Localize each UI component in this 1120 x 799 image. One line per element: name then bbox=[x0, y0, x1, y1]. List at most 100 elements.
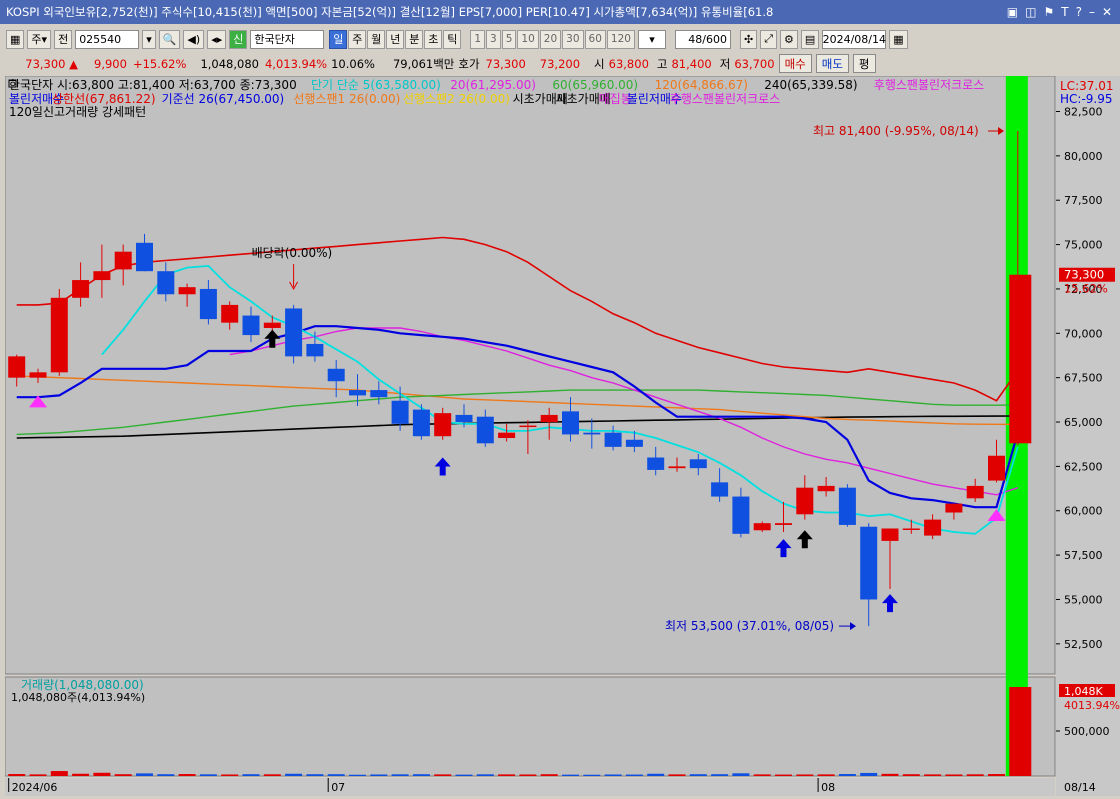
interval-tab-4[interactable]: 20 bbox=[539, 29, 562, 49]
candle-body bbox=[434, 413, 452, 437]
candle-body bbox=[327, 368, 345, 382]
calendar-icon[interactable]: ▦ bbox=[889, 29, 908, 49]
speaker-icon[interactable]: ◀) bbox=[183, 29, 205, 49]
period-tab-1[interactable]: 주 bbox=[348, 29, 367, 49]
legend-line2-1: 상한선(67,861.22) bbox=[52, 92, 156, 106]
price-chart-svg[interactable]: 52,500 55,000 57,500 60,000 62,500 65,000 67,5… bbox=[4, 75, 1120, 796]
candle-body bbox=[796, 487, 814, 515]
volume-bar bbox=[711, 774, 729, 776]
y-tick-label-0: 52,500 bbox=[1064, 638, 1103, 651]
y-tick-label-2: 57,500 bbox=[1064, 549, 1103, 562]
draw-tool-icon[interactable]: ⤢ bbox=[760, 29, 777, 49]
current-price: 73,300 ▲ bbox=[25, 56, 78, 71]
candle-body bbox=[72, 280, 90, 298]
interval-tab-0[interactable]: 1 bbox=[470, 29, 486, 49]
candle-body bbox=[370, 390, 388, 398]
candle-body bbox=[178, 287, 196, 295]
interval-tab-1[interactable]: 3 bbox=[486, 29, 501, 49]
stock-code-input[interactable]: 025540 bbox=[75, 29, 140, 49]
help-icon[interactable]: ? bbox=[1076, 5, 1082, 19]
candle-body bbox=[476, 416, 494, 444]
y-tick-label-6: 67,500 bbox=[1064, 372, 1103, 385]
candle-body bbox=[881, 528, 899, 541]
candle-body bbox=[625, 439, 643, 447]
market-button[interactable]: 전 bbox=[54, 29, 73, 49]
period-tab-3[interactable]: 년 bbox=[386, 29, 405, 49]
interval-dropdown[interactable]: ▾ bbox=[637, 29, 666, 49]
interval-tab-5[interactable]: 30 bbox=[562, 29, 584, 49]
new-listing-badge: 신 bbox=[229, 29, 248, 49]
interval-tab-3[interactable]: 10 bbox=[517, 29, 539, 49]
bar-count-field[interactable]: 48/600 bbox=[674, 29, 731, 49]
y-tick-label-3: 60,000 bbox=[1064, 505, 1103, 518]
turnover-rate: 10.06% bbox=[331, 56, 375, 71]
low-price: 63,700 bbox=[734, 56, 775, 71]
legend-line2-9: 후행스팬볼린저크로스 bbox=[670, 91, 780, 106]
y-tick-label-1: 55,000 bbox=[1064, 593, 1103, 606]
volume-tick-label: 500,000 bbox=[1064, 725, 1110, 738]
volume-bar bbox=[178, 774, 196, 776]
candle-body bbox=[412, 409, 430, 437]
x-axis-right-label: 08/14 bbox=[1064, 781, 1096, 794]
chevron-down-icon[interactable]: ▾ bbox=[142, 29, 156, 49]
candle-body bbox=[498, 432, 516, 438]
candle-body bbox=[455, 414, 473, 423]
candle bbox=[285, 304, 303, 364]
high-price: 81,400 bbox=[671, 56, 712, 71]
volume-bar bbox=[391, 774, 409, 776]
volume-bar bbox=[412, 774, 430, 776]
candle-body bbox=[306, 343, 324, 357]
x-tick-label-0: 2024/06 bbox=[12, 781, 58, 794]
candle-body bbox=[924, 519, 942, 536]
candle-body bbox=[50, 297, 68, 373]
volume-title: 거래량(1,048,080.00) bbox=[21, 678, 144, 692]
close-icon[interactable]: ✕ bbox=[1102, 5, 1112, 19]
y-tick-label-10: 77,500 bbox=[1064, 194, 1103, 207]
save-icon[interactable]: ▤ bbox=[800, 29, 820, 49]
candle bbox=[412, 404, 430, 440]
volume-bar bbox=[1009, 687, 1032, 776]
period-tab-5[interactable]: 초 bbox=[424, 29, 443, 49]
chart-toolbar: ▦ 주 ▾ 전 025540 ▾ 🔍 ◀) ◂▸ 신 한국단자 일주월년분초틱 … bbox=[0, 28, 1120, 50]
volume-bar bbox=[349, 774, 366, 776]
text-size-icon[interactable]: T bbox=[1061, 5, 1068, 19]
candle-body bbox=[753, 523, 771, 531]
pin-icon[interactable]: ⚑ bbox=[1043, 5, 1054, 19]
volume-bar bbox=[796, 774, 814, 776]
period-tab-2[interactable]: 월 bbox=[367, 29, 386, 49]
minimize-icon[interactable]: – bbox=[1089, 5, 1095, 19]
candle-body bbox=[902, 528, 920, 530]
search-icon[interactable]: 🔍 bbox=[158, 29, 181, 49]
volume-bar bbox=[199, 774, 217, 776]
crosshair-icon[interactable]: ✣ bbox=[739, 29, 758, 49]
volume-bar bbox=[775, 774, 792, 776]
grid-icon[interactable]: ▦ bbox=[6, 29, 25, 49]
volume-bar bbox=[945, 774, 963, 776]
date-field[interactable]: 2024/08/14 bbox=[822, 29, 887, 49]
period-tab-4[interactable]: 분 bbox=[405, 29, 424, 49]
volume-bar bbox=[817, 774, 835, 776]
sell-button[interactable]: 매도 bbox=[815, 54, 849, 73]
interval-tab-6[interactable]: 60 bbox=[584, 29, 606, 49]
volume-bar bbox=[689, 774, 707, 776]
prev-next-icon[interactable]: ◂▸ bbox=[207, 29, 227, 49]
buy-button[interactable]: 매수 bbox=[778, 54, 812, 73]
interval-tab-7[interactable]: 120 bbox=[606, 29, 635, 49]
window-title: KOSPI 외국인보유[2,752(천)] 주식수[10,415(천)] 액면[… bbox=[6, 5, 774, 19]
restore-icon[interactable]: ▣ bbox=[1007, 5, 1018, 19]
candle-body bbox=[8, 356, 26, 378]
evaluate-button[interactable]: 평 bbox=[852, 54, 876, 73]
mode-select[interactable]: 주 ▾ bbox=[27, 29, 52, 49]
volume-bar bbox=[327, 774, 345, 776]
volume-bar bbox=[221, 774, 239, 776]
candle-body bbox=[860, 526, 878, 600]
settings-icon[interactable]: ⚙ bbox=[780, 29, 798, 49]
stock-name-field: 한국단자 bbox=[250, 29, 325, 49]
period-tab-0[interactable]: 일 bbox=[329, 29, 348, 49]
tile-icon[interactable]: ◫ bbox=[1025, 5, 1036, 19]
interval-tab-2[interactable]: 5 bbox=[501, 29, 517, 49]
legend-line2-3: 선행스팬1 26(0.00) bbox=[293, 91, 400, 106]
volume-bar bbox=[50, 771, 68, 776]
chart-area[interactable]: 52,500 55,000 57,500 60,000 62,500 65,000 67,5… bbox=[4, 75, 1120, 796]
period-tab-6[interactable]: 틱 bbox=[443, 29, 462, 49]
